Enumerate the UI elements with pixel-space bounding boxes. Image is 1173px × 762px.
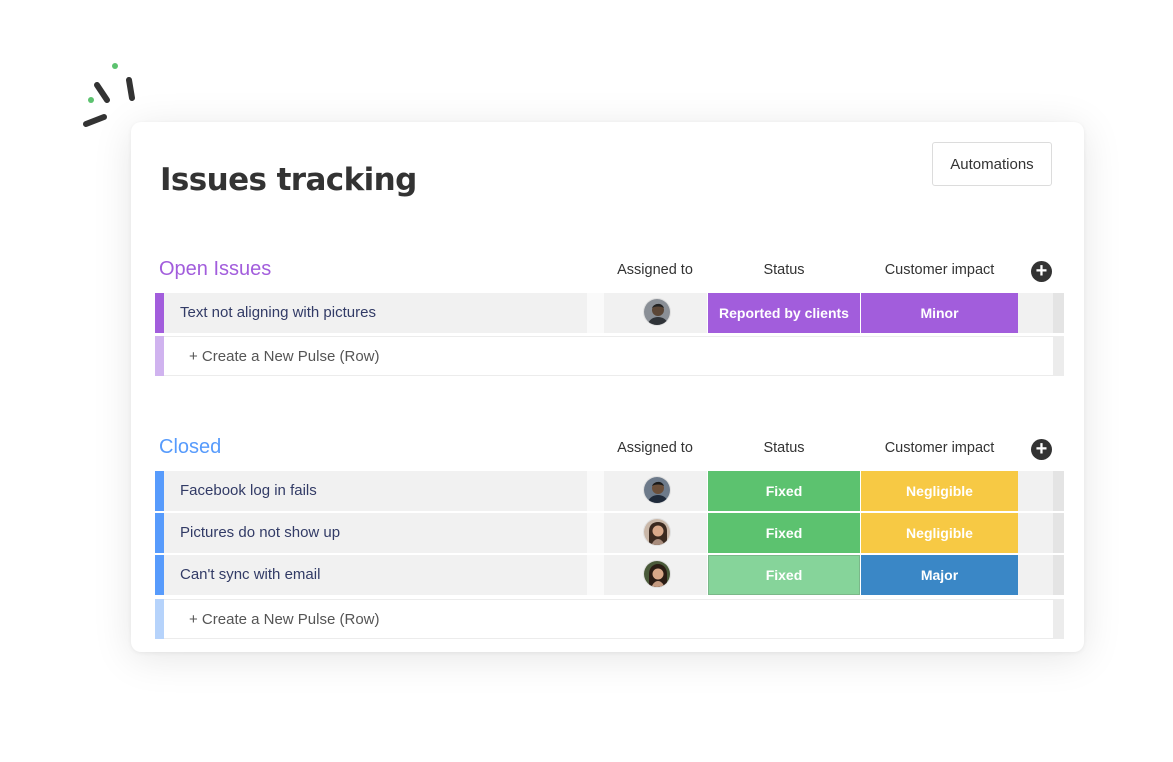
column-header-impact[interactable]: Customer impact [861,261,1018,279]
group-color-bar [155,513,164,553]
table-row[interactable]: Facebook log in fails Fixed Negligible [155,471,1064,511]
scrollbar[interactable] [1053,513,1064,553]
column-header-status[interactable]: Status [708,439,860,457]
group-color-bar [155,293,164,333]
group-color-bar [155,336,164,376]
status-cell[interactable]: Fixed [708,471,860,511]
group-color-bar [155,555,164,595]
row-name[interactable]: Can't sync with email [164,555,587,595]
impact-cell[interactable]: Minor [861,293,1018,333]
add-column-icon[interactable]: + [1031,261,1052,282]
new-row[interactable]: + Create a New Pulse (Row) [155,599,1064,639]
table-row[interactable]: Text not aligning with pictures Reported… [155,293,1064,333]
impact-cell[interactable]: Major [861,555,1018,595]
status-cell[interactable]: Reported by clients [708,293,860,333]
column-header-status[interactable]: Status [708,261,860,279]
column-header-assigned[interactable]: Assigned to [600,439,710,457]
impact-cell[interactable]: Negligible [861,513,1018,553]
table-row[interactable]: Can't sync with email Fixed Major [155,555,1064,595]
group-color-bar [155,471,164,511]
new-row-input[interactable]: + Create a New Pulse (Row) [164,599,1053,639]
new-row[interactable]: + Create a New Pulse (Row) [155,336,1064,376]
row-name[interactable]: Text not aligning with pictures [164,293,587,333]
group-title[interactable]: Open Issues [159,257,271,281]
scrollbar[interactable] [1053,471,1064,511]
scrollbar[interactable] [1053,293,1064,333]
automations-button[interactable]: Automations [932,142,1052,186]
row-name[interactable]: Facebook log in fails [164,471,587,511]
scrollbar[interactable] [1053,555,1064,595]
avatar[interactable] [643,518,671,546]
row-name[interactable]: Pictures do not show up [164,513,587,553]
impact-cell[interactable]: Negligible [861,471,1018,511]
table-row[interactable]: Pictures do not show up Fixed Negligible [155,513,1064,553]
status-cell[interactable]: Fixed [708,555,860,595]
avatar[interactable] [643,476,671,504]
add-column-icon[interactable]: + [1031,439,1052,460]
avatar[interactable] [643,560,671,588]
avatar[interactable] [643,298,671,326]
scrollbar[interactable] [1053,336,1064,376]
scrollbar[interactable] [1053,599,1064,639]
group-color-bar [155,599,164,639]
group-title[interactable]: Closed [159,435,221,459]
page-title: Issues tracking [160,162,417,198]
status-cell[interactable]: Fixed [708,513,860,553]
column-header-impact[interactable]: Customer impact [861,439,1018,457]
column-header-assigned[interactable]: Assigned to [600,261,710,279]
new-row-input[interactable]: + Create a New Pulse (Row) [164,336,1053,376]
board-card: Issues tracking Automations Open Issues … [131,122,1084,652]
